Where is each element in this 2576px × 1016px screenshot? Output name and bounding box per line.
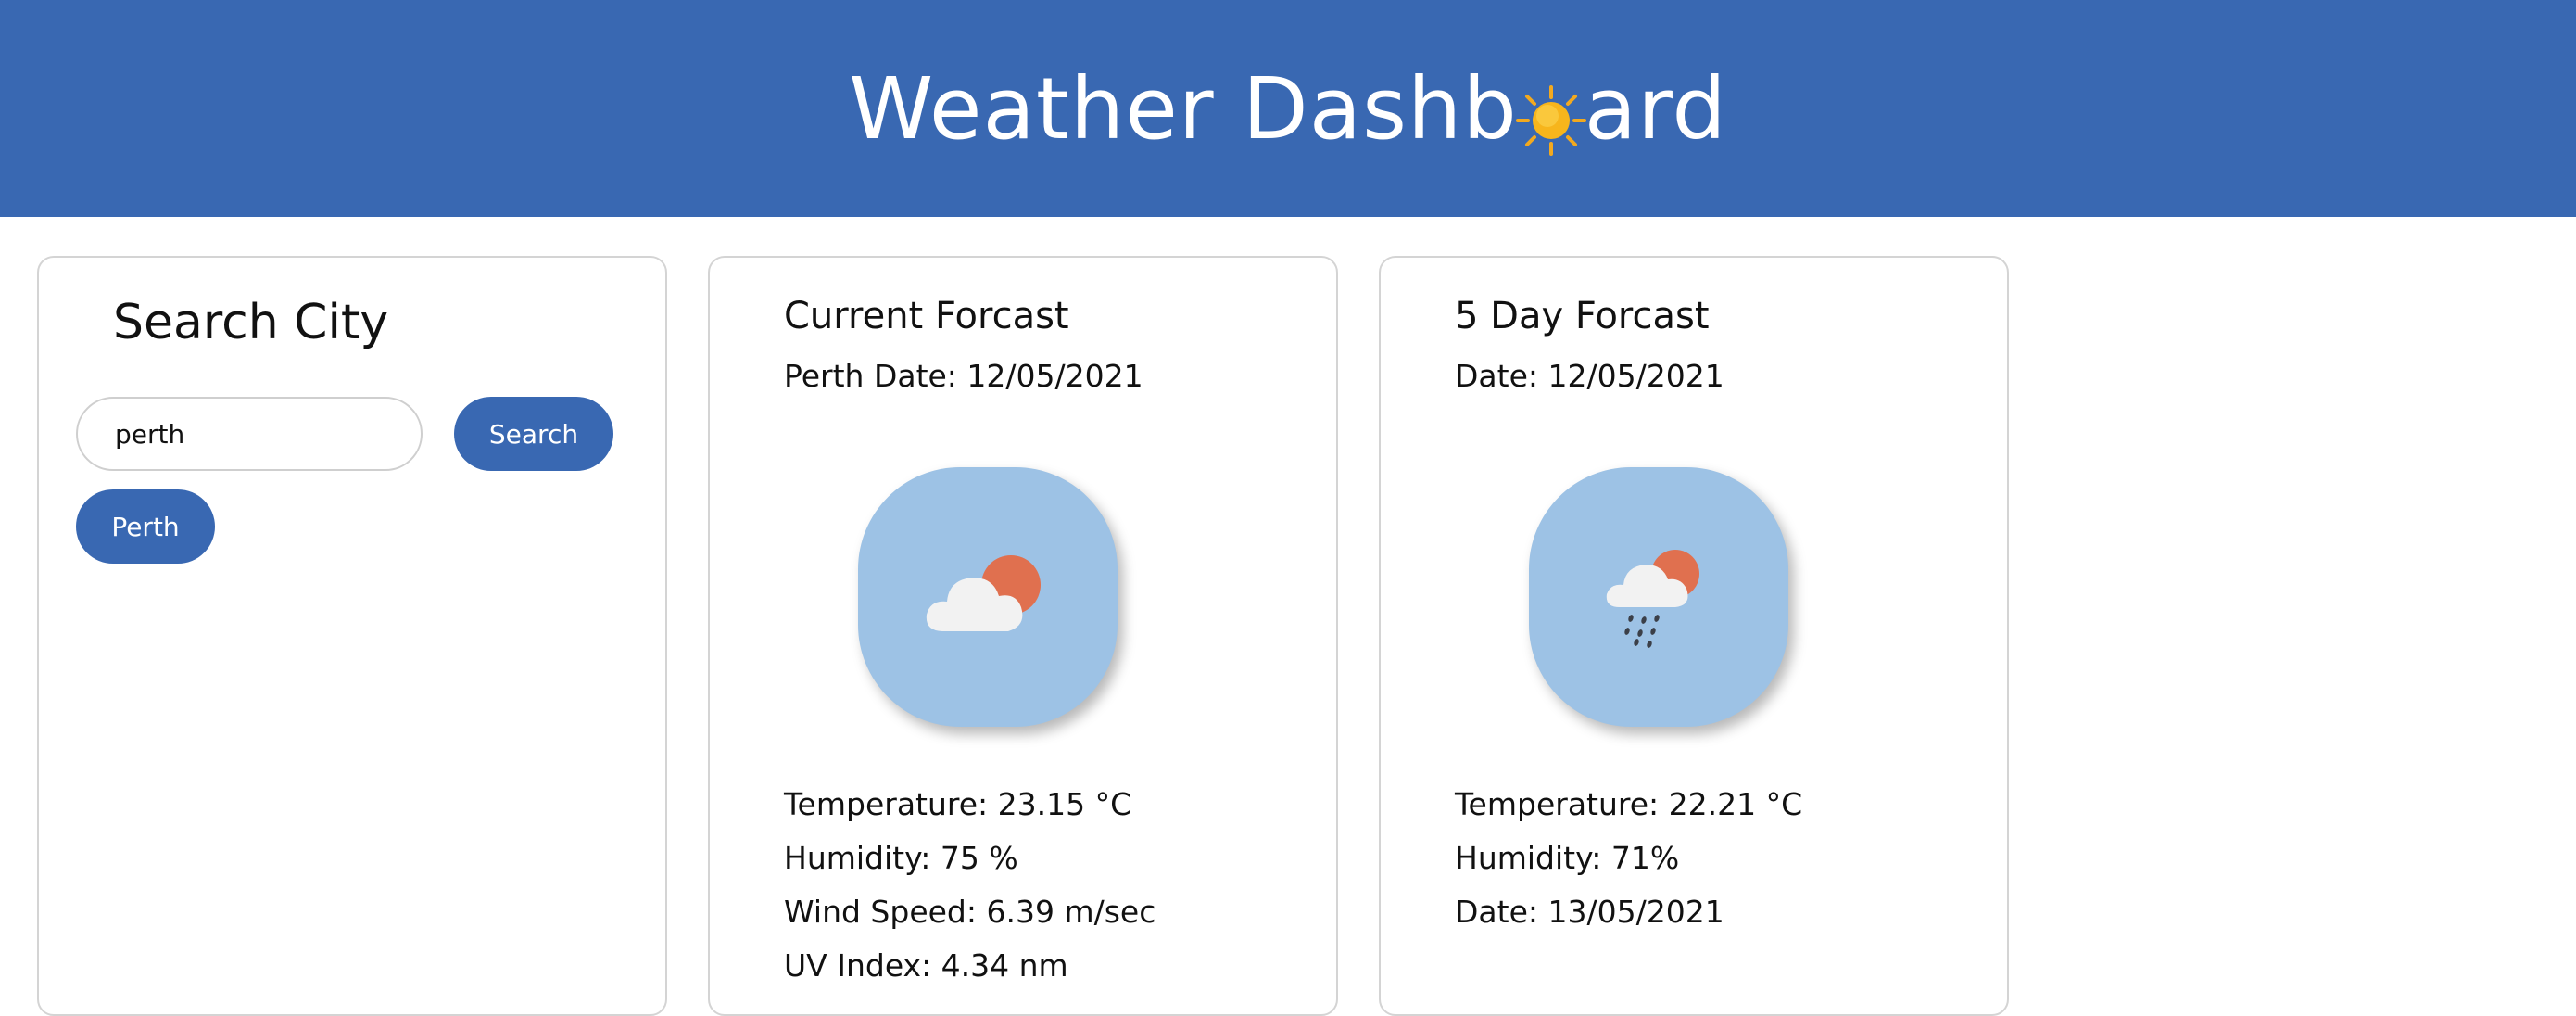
app-header: Weather Dashb ard: [0, 0, 2576, 217]
current-uv-index: UV Index: 4.34 nm: [784, 947, 1068, 984]
history-city-button[interactable]: Perth: [76, 489, 215, 564]
current-temperature: Temperature: 23.15 °C: [784, 786, 1132, 822]
title-text-start: Weather Dashb: [849, 58, 1518, 159]
current-wind-speed: Wind Speed: 6.39 m/sec: [784, 894, 1156, 930]
five-day-humidity: Humidity: 71%: [1455, 840, 1680, 876]
city-search-input[interactable]: [76, 397, 423, 471]
search-button[interactable]: Search: [454, 397, 613, 471]
search-title: Search City: [113, 295, 389, 350]
five-day-title: 5 Day Forcast: [1455, 295, 1710, 337]
five-day-temperature: Temperature: 22.21 °C: [1455, 786, 1803, 822]
page-title: Weather Dashb ard: [849, 59, 1726, 159]
five-day-date: Date: 12/05/2021: [1455, 358, 1724, 394]
current-forecast-title: Current Forcast: [784, 295, 1069, 337]
cloud-sun-rain-icon: [1529, 467, 1788, 727]
cloud-sun-icon: [858, 467, 1118, 727]
five-day-forecast-card: 5 Day Forcast Date: 12/05/2021 Temperatu…: [1379, 256, 2009, 1016]
current-forecast-card: Current Forcast Perth Date: 12/05/2021 T…: [708, 256, 1338, 1016]
sun-icon: [1515, 77, 1586, 156]
title-text-end: ard: [1584, 58, 1727, 159]
current-date: Perth Date: 12/05/2021: [784, 358, 1143, 394]
current-humidity: Humidity: 75 %: [784, 840, 1018, 876]
five-day-next-date: Date: 13/05/2021: [1455, 894, 1724, 930]
search-card: Search City Search Perth: [37, 256, 667, 1016]
